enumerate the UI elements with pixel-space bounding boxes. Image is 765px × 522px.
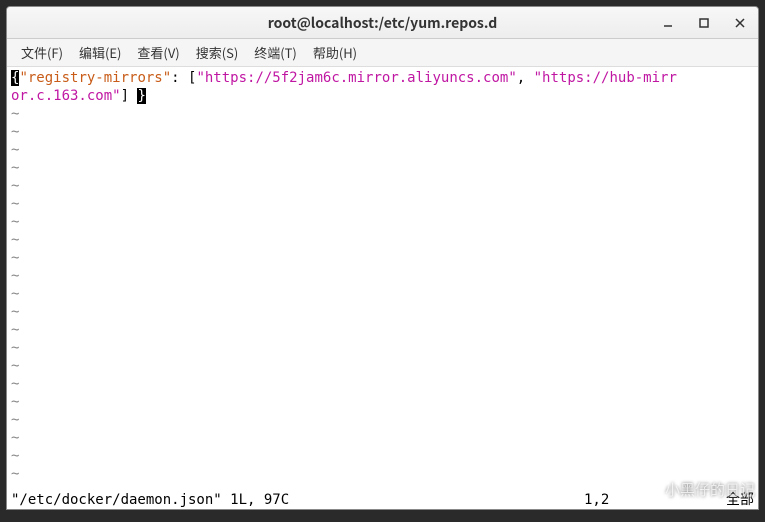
tilde-line: ~ <box>11 195 754 213</box>
tilde-line: ~ <box>11 375 754 393</box>
menu-edit[interactable]: 编辑(E) <box>71 40 129 65</box>
tilde-line: ~ <box>11 429 754 447</box>
tilde-line: ~ <box>11 213 754 231</box>
editor-line-2: or.c.163.com"] } <box>11 87 754 105</box>
titlebar[interactable]: root@localhost:/etc/yum.repos.d <box>7 7 758 39</box>
tilde-line: ~ <box>11 159 754 177</box>
menu-search[interactable]: 搜索(S) <box>188 40 247 65</box>
menu-terminal[interactable]: 终端(T) <box>246 40 305 65</box>
menu-help[interactable]: 帮助(H) <box>305 40 365 65</box>
tilde-line: ~ <box>11 285 754 303</box>
tilde-line: ~ <box>11 303 754 321</box>
close-button[interactable] <box>722 7 758 38</box>
watermark: 小黑仔的日记 <box>637 479 755 500</box>
maximize-button[interactable] <box>686 7 722 38</box>
tilde-line: ~ <box>11 321 754 339</box>
tilde-line: ~ <box>11 447 754 465</box>
tilde-line: ~ <box>11 357 754 375</box>
terminal-window: root@localhost:/etc/yum.repos.d 文件(F) 编辑… <box>6 6 759 510</box>
menu-file[interactable]: 文件(F) <box>13 40 71 65</box>
tilde-line: ~ <box>11 123 754 141</box>
tilde-line: ~ <box>11 339 754 357</box>
menu-view[interactable]: 查看(V) <box>129 40 187 65</box>
window-title: root@localhost:/etc/yum.repos.d <box>268 13 498 33</box>
tilde-line: ~ <box>11 393 754 411</box>
tilde-line: ~ <box>11 249 754 267</box>
minimize-button[interactable] <box>650 7 686 38</box>
tilde-line: ~ <box>11 177 754 195</box>
tilde-line: ~ <box>11 105 754 123</box>
wechat-icon <box>637 481 659 499</box>
menubar: 文件(F) 编辑(E) 查看(V) 搜索(S) 终端(T) 帮助(H) <box>7 39 758 67</box>
tilde-line: ~ <box>11 141 754 159</box>
tilde-line: ~ <box>11 267 754 285</box>
window-controls <box>650 7 758 38</box>
terminal-area[interactable]: {"registry-mirrors": ["https://5f2jam6c.… <box>7 67 758 509</box>
editor-line-1: {"registry-mirrors": ["https://5f2jam6c.… <box>11 69 754 87</box>
watermark-text: 小黑仔的日记 <box>665 479 755 500</box>
status-file: "/etc/docker/daemon.json" 1L, 97C <box>11 491 584 509</box>
tilde-line: ~ <box>11 411 754 429</box>
tilde-line: ~ <box>11 231 754 249</box>
